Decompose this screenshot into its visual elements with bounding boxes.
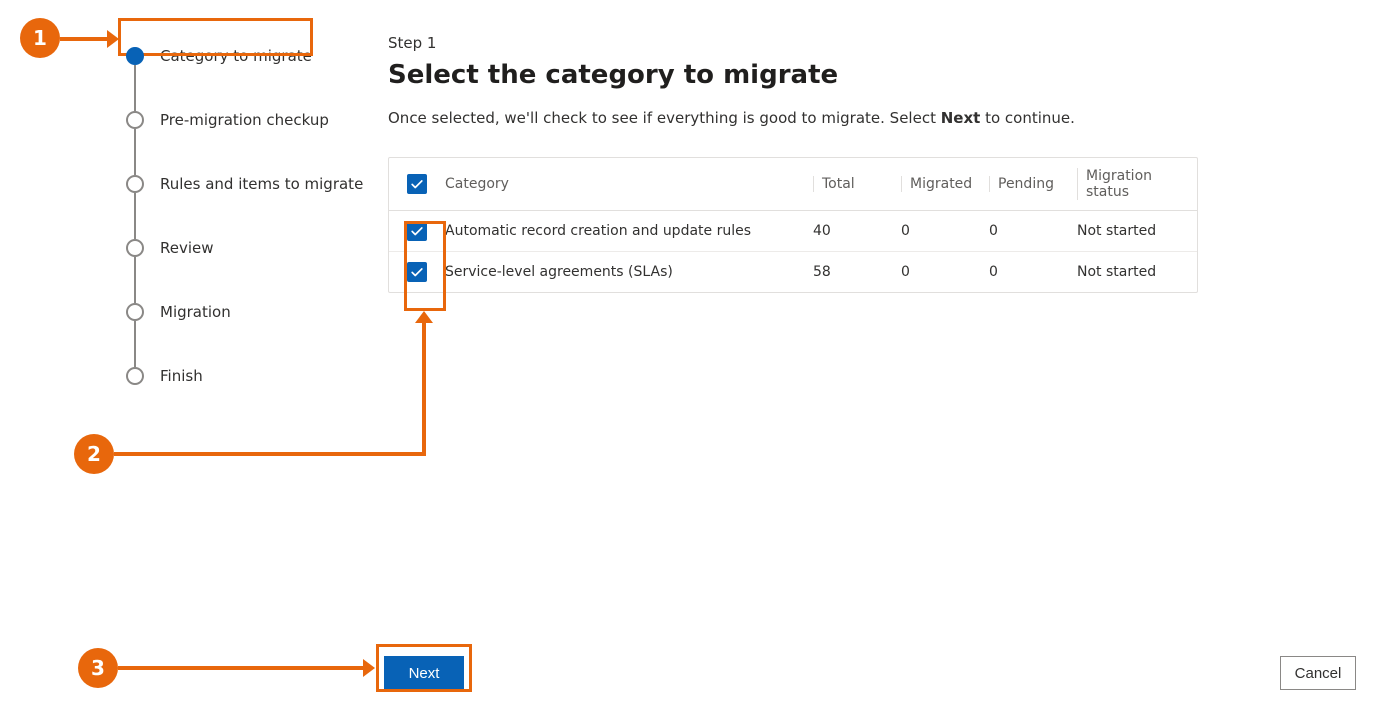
check-icon [410,224,424,238]
table-header: Category Total Migrated Pending Migratio… [389,158,1197,211]
cell-status: Not started [1077,264,1197,280]
cell-category: Service-level agreements (SLAs) [445,264,813,280]
page-description: Once selected, we'll check to see if eve… [388,108,1218,129]
step-label: Migration [160,303,231,321]
annotation-arrow-line [118,666,364,670]
wizard-steps: Category to migrate Pre-migration checku… [126,24,366,408]
step-label: Rules and items to migrate [160,175,363,193]
step-marker-icon [126,111,144,129]
step-number: Step 1 [388,34,1218,52]
annotation-badge-2: 2 [74,434,114,474]
row-checkbox[interactable] [407,221,427,241]
check-icon [410,177,424,191]
header-total[interactable]: Total [813,176,901,192]
next-button[interactable]: Next [384,656,464,690]
cell-total: 40 [813,223,901,239]
cell-status: Not started [1077,223,1197,239]
category-table: Category Total Migrated Pending Migratio… [388,157,1198,293]
annotation-badge-3: 3 [78,648,118,688]
cell-total: 58 [813,264,901,280]
cell-category: Automatic record creation and update rul… [445,223,813,239]
step-marker-icon [126,239,144,257]
step-rules-and-items[interactable]: Rules and items to migrate [126,152,366,216]
header-status[interactable]: Migration status [1077,168,1197,200]
table-row[interactable]: Service-level agreements (SLAs) 58 0 0 N… [389,252,1197,292]
page-title: Select the category to migrate [388,60,1218,90]
cell-migrated: 0 [901,264,989,280]
check-icon [410,265,424,279]
header-migrated[interactable]: Migrated [901,176,989,192]
step-pre-migration-checkup[interactable]: Pre-migration checkup [126,88,366,152]
step-migration[interactable]: Migration [126,280,366,344]
annotation-arrow-head-icon [107,30,119,48]
annotation-arrow-head-icon [415,311,433,323]
step-marker-icon [126,47,144,65]
step-marker-icon [126,367,144,385]
row-checkbox[interactable] [407,262,427,282]
annotation-badge-1: 1 [20,18,60,58]
step-marker-icon [126,175,144,193]
cell-pending: 0 [989,264,1077,280]
step-label: Finish [160,367,203,385]
annotation-arrow-line [114,452,426,456]
step-label: Category to migrate [160,47,312,65]
header-category[interactable]: Category [445,176,813,192]
table-row[interactable]: Automatic record creation and update rul… [389,211,1197,252]
cell-migrated: 0 [901,223,989,239]
header-pending[interactable]: Pending [989,176,1077,192]
step-label: Pre-migration checkup [160,111,329,129]
cancel-button[interactable]: Cancel [1280,656,1356,690]
cell-pending: 0 [989,223,1077,239]
step-label: Review [160,239,214,257]
annotation-arrow-line [422,322,426,456]
step-category-to-migrate[interactable]: Category to migrate [126,24,366,88]
step-marker-icon [126,303,144,321]
annotation-arrow-line [60,37,108,41]
step-review[interactable]: Review [126,216,366,280]
select-all-checkbox[interactable] [407,174,427,194]
step-finish[interactable]: Finish [126,344,366,408]
annotation-arrow-head-icon [363,659,375,677]
main-content: Step 1 Select the category to migrate On… [388,34,1218,293]
